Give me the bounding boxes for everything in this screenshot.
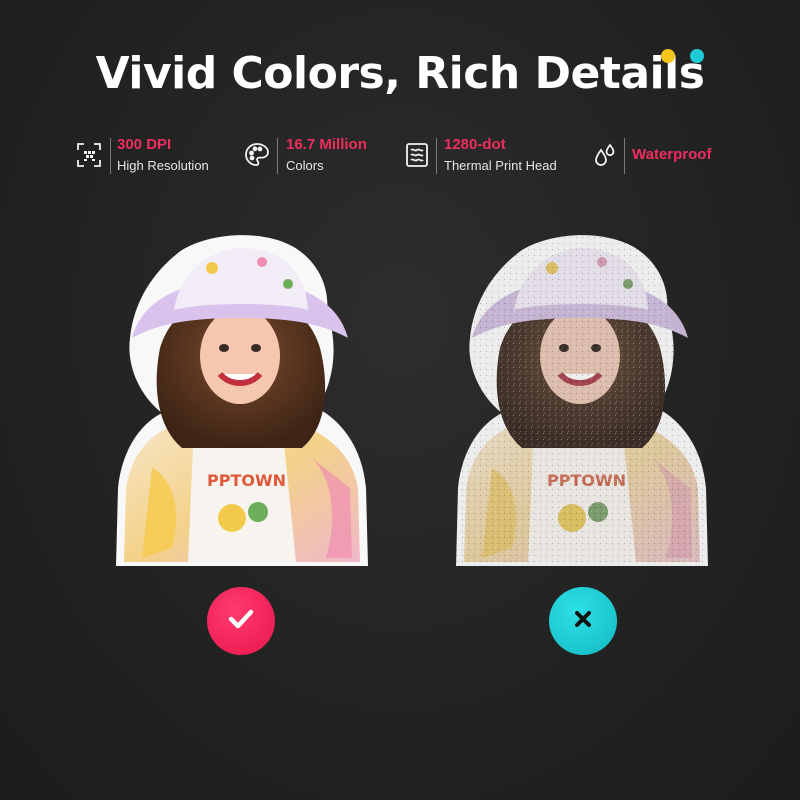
- reject-badge: [549, 587, 617, 655]
- feature-value: 1280-dot: [444, 136, 506, 153]
- cyan-dot-decoration: [690, 49, 704, 63]
- feature-label: Colors: [286, 158, 324, 173]
- feature-value: 16.7 Million: [286, 136, 367, 153]
- yellow-dot-decoration: [661, 49, 675, 63]
- vivid-photo: PPTOWN: [112, 228, 370, 568]
- print-head-icon: [404, 142, 430, 168]
- approve-badge: [207, 587, 275, 655]
- feature-divider: [277, 138, 278, 174]
- check-icon: [225, 603, 257, 640]
- feature-value: 300 DPI: [117, 136, 172, 153]
- headline: Vivid Colors, Rich Details: [95, 48, 705, 99]
- feature-label: Thermal Print Head: [444, 158, 557, 173]
- cross-icon: [573, 609, 593, 634]
- feature-divider: [624, 138, 625, 174]
- palette-icon: [244, 142, 270, 168]
- scan-resolution-icon: [76, 142, 102, 168]
- water-drops-icon: [592, 142, 618, 168]
- feature-value: Waterproof: [632, 146, 712, 163]
- grainy-photo: PPTOWN: [452, 228, 710, 568]
- feature-label: High Resolution: [117, 158, 209, 173]
- feature-divider: [110, 138, 111, 174]
- feature-divider: [436, 138, 437, 174]
- svg-text:PPTOWN: PPTOWN: [207, 471, 286, 490]
